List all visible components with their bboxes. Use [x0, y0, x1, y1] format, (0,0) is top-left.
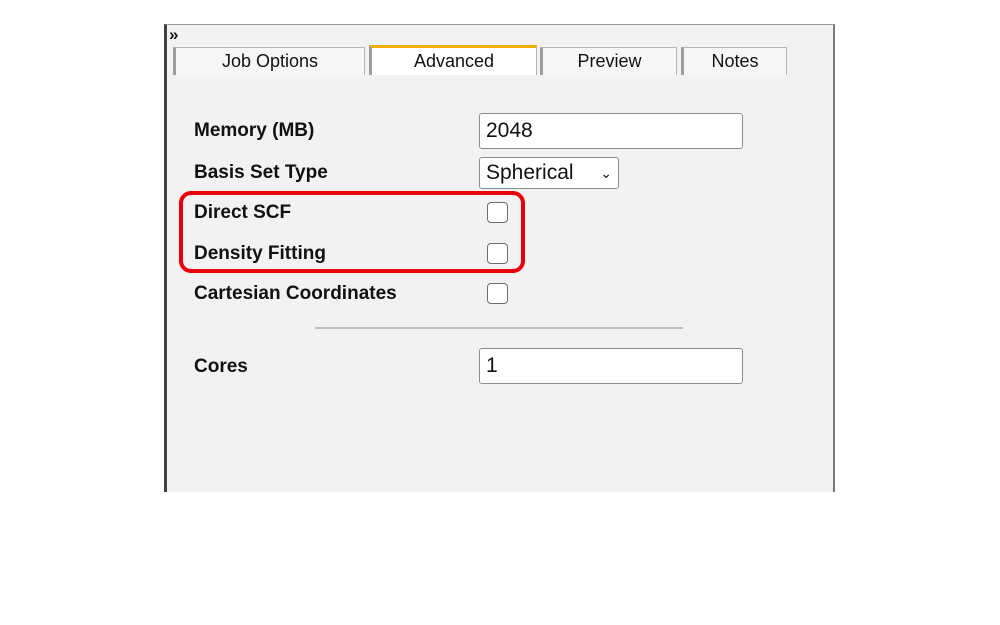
chevron-down-icon: ⌄ [600, 164, 612, 181]
basis-set-type-value: Spherical [486, 161, 574, 184]
cores-label: Cores [194, 356, 248, 377]
section-divider [315, 327, 683, 329]
tab-job-options[interactable]: Job Options [173, 47, 365, 75]
memory-label: Memory (MB) [194, 120, 315, 141]
basis-set-type-label: Basis Set Type [194, 162, 328, 183]
highlight-box [179, 191, 525, 273]
advanced-options-panel: » Job Options Advanced Preview Notes Mem… [164, 24, 835, 492]
tab-label: Advanced [413, 51, 495, 71]
cartesian-coordinates-label: Cartesian Coordinates [194, 283, 397, 304]
cores-value: 1 [486, 354, 498, 377]
expand-double-chevron-icon[interactable]: » [169, 26, 179, 43]
memory-input[interactable]: 2048 [479, 113, 743, 149]
cartesian-coordinates-checkbox[interactable] [487, 283, 508, 304]
tab-label: Job Options [221, 51, 319, 71]
tab-label: Notes [711, 51, 759, 71]
tab-preview[interactable]: Preview [540, 47, 677, 75]
tab-advanced[interactable]: Advanced [369, 45, 537, 75]
memory-value: 2048 [486, 119, 533, 142]
tab-notes[interactable]: Notes [681, 47, 787, 75]
cores-input[interactable]: 1 [479, 348, 743, 384]
tab-label: Preview [577, 51, 642, 71]
basis-set-type-select[interactable]: Spherical ⌄ [479, 157, 619, 189]
